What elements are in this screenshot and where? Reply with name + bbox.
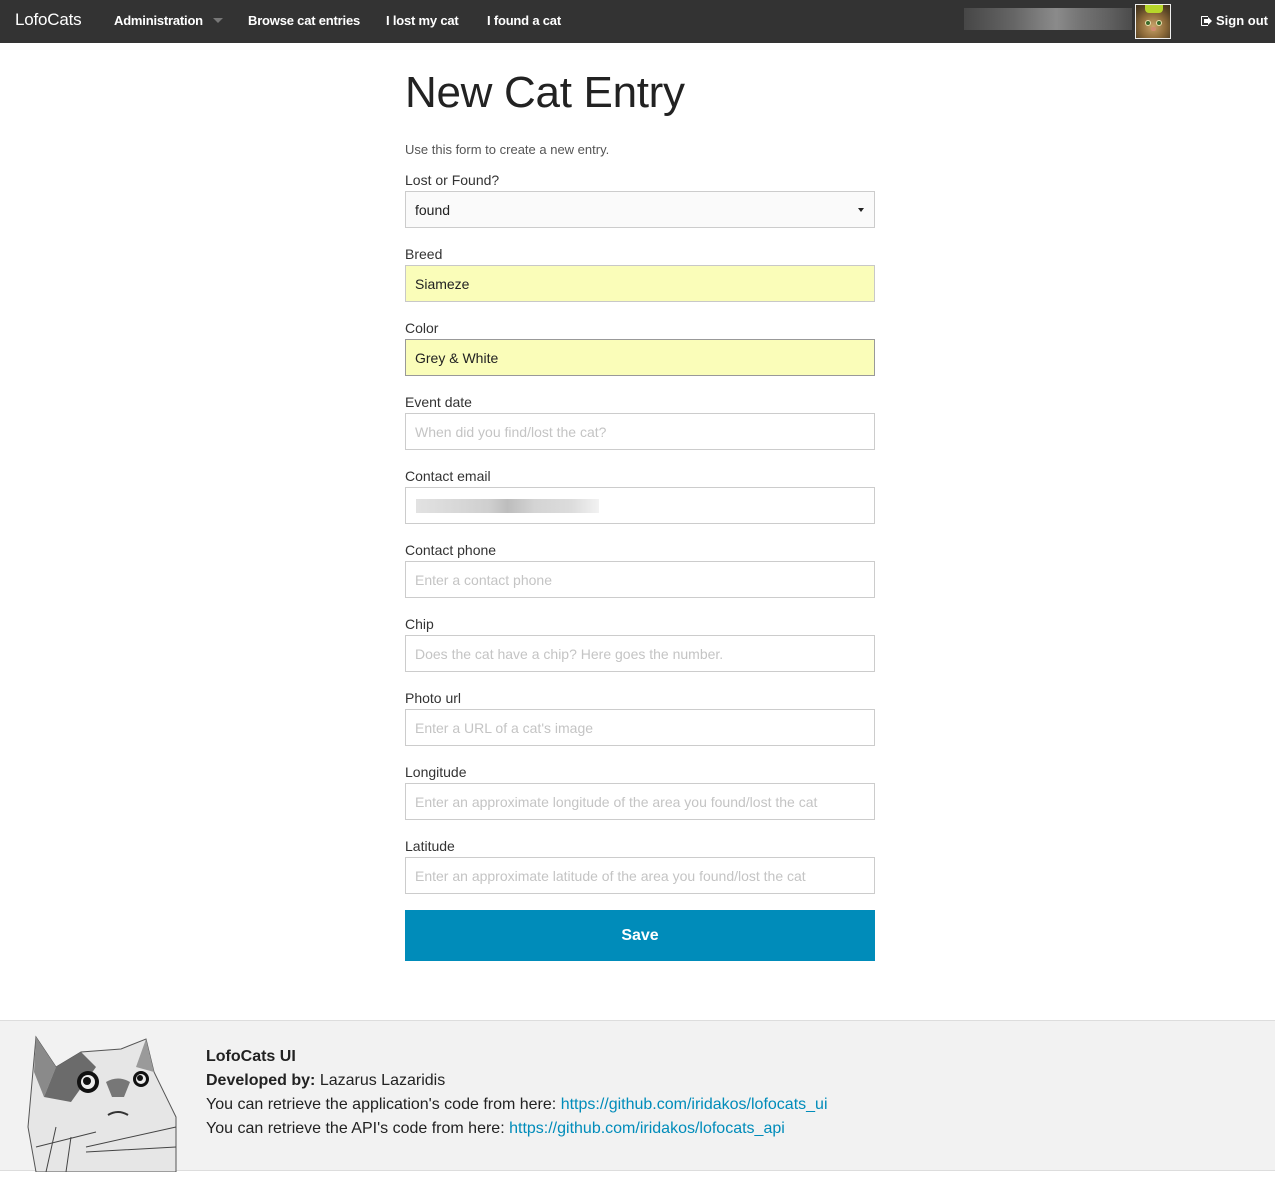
- sign-out-icon: [1201, 16, 1212, 26]
- longitude-input[interactable]: [405, 783, 875, 820]
- lost-or-found-value: found: [415, 202, 451, 218]
- top-navbar: LofoCats Administration Browse cat entri…: [0, 0, 1275, 43]
- lost-or-found-label: Lost or Found?: [405, 172, 500, 188]
- page-footer: LofoCats UI Developed by: Lazarus Lazari…: [0, 1020, 1275, 1172]
- form-intro-text: Use this form to create a new entry.: [405, 142, 610, 157]
- latitude-label: Latitude: [405, 838, 455, 854]
- contact-email-label: Contact email: [405, 468, 491, 484]
- nav-administration-dropdown[interactable]: Administration: [114, 13, 223, 28]
- contact-phone-label: Contact phone: [405, 542, 497, 558]
- color-input[interactable]: [405, 339, 875, 376]
- latitude-input[interactable]: [405, 857, 875, 894]
- footer-developer-name: Lazarus Lazaridis: [319, 1072, 446, 1089]
- event-date-label: Event date: [405, 394, 472, 410]
- footer-app-name: LofoCats UI: [206, 1048, 296, 1065]
- nav-i-lost-my-cat[interactable]: I lost my cat: [386, 13, 459, 28]
- save-button[interactable]: Save: [405, 910, 875, 961]
- brand-link[interactable]: LofoCats: [15, 10, 82, 30]
- footer-api-code-link[interactable]: https://github.com/iridakos/lofocats_api: [509, 1120, 785, 1137]
- footer-developed-by-label: Developed by:: [206, 1072, 316, 1089]
- photo-url-label: Photo url: [405, 690, 462, 706]
- photo-url-input[interactable]: [405, 709, 875, 746]
- avatar-nose: [1151, 27, 1156, 31]
- user-name-redacted: [964, 8, 1132, 30]
- longitude-label: Longitude: [405, 764, 467, 780]
- nav-administration-label: Administration: [114, 13, 203, 28]
- sign-out-label: Sign out: [1216, 13, 1268, 28]
- caret-down-icon: [212, 18, 223, 24]
- chip-label: Chip: [405, 616, 434, 632]
- nav-i-found-a-cat[interactable]: I found a cat: [487, 13, 561, 28]
- footer-app-code-link[interactable]: https://github.com/iridakos/lofocats_ui: [561, 1096, 828, 1113]
- caret-down-icon: [858, 208, 864, 212]
- lost-or-found-select[interactable]: found: [405, 191, 875, 228]
- event-date-input[interactable]: [405, 413, 875, 450]
- footer-info: LofoCats UI Developed by: Lazarus Lazari…: [206, 1045, 828, 1141]
- user-avatar[interactable]: [1135, 4, 1171, 39]
- footer-api-code-text: You can retrieve the API's code from her…: [206, 1120, 505, 1137]
- contact-email-wrapper: [405, 487, 875, 524]
- contact-phone-input[interactable]: [405, 561, 875, 598]
- contact-email-input[interactable]: [405, 487, 875, 524]
- avatar-eye-left: [1145, 20, 1151, 26]
- nav-browse-cat-entries[interactable]: Browse cat entries: [248, 13, 360, 28]
- avatar-eye-right: [1156, 20, 1162, 26]
- page-title: New Cat Entry: [405, 68, 685, 117]
- color-label: Color: [405, 320, 439, 336]
- chip-input[interactable]: [405, 635, 875, 672]
- footer-app-code-text: You can retrieve the application's code …: [206, 1096, 557, 1113]
- sign-out-link[interactable]: Sign out: [1201, 13, 1268, 28]
- cat-illustration-icon: [27, 1035, 177, 1172]
- avatar-hat-shape: [1145, 5, 1163, 13]
- breed-input[interactable]: [405, 265, 875, 302]
- breed-label: Breed: [405, 246, 443, 262]
